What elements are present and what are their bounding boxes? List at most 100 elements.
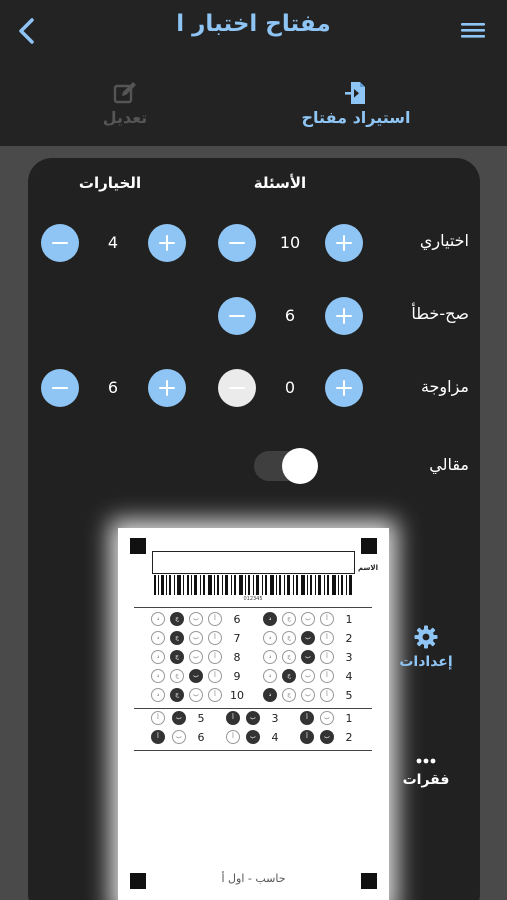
mcq-choices-increment-button[interactable]: [148, 224, 186, 262]
answer-sheet-preview[interactable]: الاسم 012345 ددججببأأ61ددججببأأ72ددججببأ…: [118, 528, 389, 900]
answer-bubble: د: [263, 631, 277, 645]
answer-bubble: ج: [282, 688, 296, 702]
answer-bubble: ب: [301, 612, 315, 626]
answer-bubble: د: [263, 688, 277, 702]
question-number: 2: [345, 632, 353, 645]
answer-bubble: أ: [151, 711, 165, 725]
answer-bubble: د: [151, 612, 165, 626]
answer-bubble: أ: [208, 669, 222, 683]
answer-bubble: ج: [282, 612, 296, 626]
mcq-questions-value: 10: [279, 233, 301, 252]
divider: [134, 750, 372, 752]
truefalse-questions-increment-button[interactable]: [325, 297, 363, 335]
answer-bubble: أ: [320, 612, 334, 626]
matching-choices-increment-button[interactable]: [148, 369, 186, 407]
divider: [134, 708, 372, 710]
question-number: 1: [345, 712, 353, 725]
truefalse-questions-value: 6: [284, 306, 296, 325]
action-bar: استيراد مفتاح تعديل: [0, 62, 507, 146]
edit-icon: [113, 82, 136, 104]
answer-bubble: ج: [170, 669, 184, 683]
essay-label: مقالي: [429, 455, 469, 474]
question-number: 3: [345, 651, 353, 664]
answer-bubble: ب: [246, 711, 260, 725]
answer-bubble: أ: [320, 650, 334, 664]
matching-choices-value: 6: [107, 378, 119, 397]
answer-bubble: أ: [208, 650, 222, 664]
answer-bubble: ج: [170, 612, 184, 626]
answer-bubble: ج: [170, 688, 184, 702]
answer-bubble: د: [263, 650, 277, 664]
question-number: 6: [197, 731, 205, 744]
answer-bubble: ج: [282, 650, 296, 664]
import-key-label: استيراد مفتاح: [301, 108, 411, 127]
answer-bubble: ب: [301, 669, 315, 683]
answer-bubble: ب: [189, 631, 203, 645]
answer-bubble: ب: [301, 688, 315, 702]
answer-bubble: أ: [226, 730, 240, 744]
answer-bubble: د: [151, 688, 165, 702]
answer-bubble: أ: [300, 711, 314, 725]
essay-toggle[interactable]: [254, 447, 318, 485]
answer-bubble: أ: [208, 631, 222, 645]
settings-label: إعدادات: [399, 654, 453, 670]
answer-bubble: أ: [208, 688, 222, 702]
answer-bubble: أ: [320, 631, 334, 645]
mcq-questions-decrement-button[interactable]: [218, 224, 256, 262]
answer-bubble: ب: [189, 612, 203, 626]
matching-choices-decrement-button[interactable]: [41, 369, 79, 407]
gear-icon: [414, 625, 438, 649]
question-number: 9: [233, 670, 241, 683]
answer-bubble: د: [263, 669, 277, 683]
corner-marker: [361, 538, 377, 554]
settings-button[interactable]: إعدادات: [392, 624, 460, 670]
question-number: 4: [345, 670, 353, 683]
more-dots-icon: [416, 758, 436, 764]
items-label: فقرات: [402, 772, 450, 788]
corner-marker: [130, 538, 146, 554]
matching-label: مزاوجة: [420, 377, 469, 396]
question-number: 4: [271, 731, 279, 744]
question-number: 8: [233, 651, 241, 664]
answer-bubble: د: [151, 669, 165, 683]
choices-column-header: الخيارات: [78, 174, 142, 192]
answer-bubble: أ: [226, 711, 240, 725]
name-box: [152, 551, 355, 574]
edit-button[interactable]: تعديل: [55, 80, 195, 127]
sheet-footer: حاسب - اول أ: [221, 872, 286, 885]
answer-bubble: د: [151, 650, 165, 664]
answer-bubble: ب: [301, 631, 315, 645]
question-number: 2: [345, 731, 353, 744]
answer-bubble: أ: [151, 730, 165, 744]
answer-bubble: ج: [282, 631, 296, 645]
mcq-choices-decrement-button[interactable]: [41, 224, 79, 262]
question-number: 3: [271, 712, 279, 725]
answer-bubble: ب: [320, 730, 334, 744]
import-key-button[interactable]: استيراد مفتاح: [286, 80, 426, 127]
edit-label: تعديل: [102, 108, 148, 127]
barcode-number: 012345: [243, 596, 263, 602]
answer-bubble: ج: [170, 631, 184, 645]
question-number: 5: [345, 689, 353, 702]
name-label: الاسم: [358, 564, 378, 572]
answer-bubble: أ: [320, 688, 334, 702]
truefalse-questions-decrement-button[interactable]: [218, 297, 256, 335]
hamburger-menu-icon[interactable]: [461, 20, 485, 40]
answer-bubble: ج: [170, 650, 184, 664]
items-button[interactable]: فقرات: [392, 754, 460, 788]
question-number: 10: [230, 689, 244, 702]
page-title: مفتاح اختبار ا: [176, 11, 331, 37]
matching-questions-decrement-button[interactable]: [218, 369, 256, 407]
answer-bubble: د: [263, 612, 277, 626]
answer-bubble: أ: [320, 669, 334, 683]
answer-bubble: ب: [172, 730, 186, 744]
question-number: 1: [345, 613, 353, 626]
answer-bubble: ب: [189, 688, 203, 702]
mcq-label: اختياري: [419, 231, 469, 250]
question-number: 5: [197, 712, 205, 725]
file-import-icon: [345, 82, 365, 104]
barcode: [154, 575, 352, 595]
matching-questions-increment-button[interactable]: [325, 369, 363, 407]
question-number: 7: [233, 632, 241, 645]
mcq-questions-increment-button[interactable]: [325, 224, 363, 262]
